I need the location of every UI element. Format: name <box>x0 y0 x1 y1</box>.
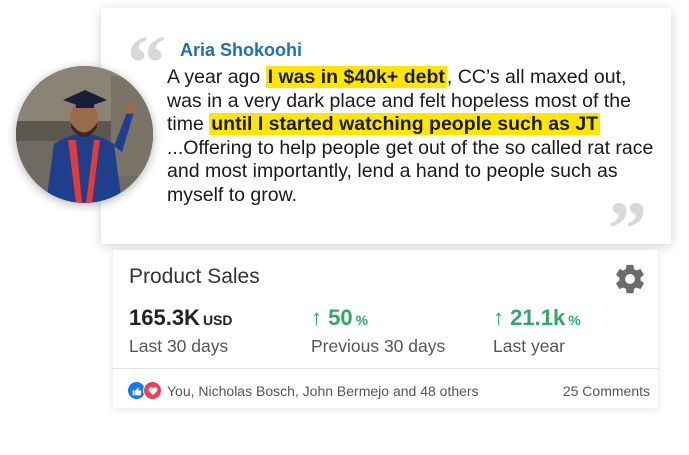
metric-unit: USD <box>202 312 233 328</box>
testimonial-card: “ Aria Shokoohi A year ago I was in $40k… <box>101 8 671 268</box>
divider <box>113 368 658 369</box>
metric-value: 165.3K USD <box>129 305 233 331</box>
comments-link[interactable]: 25 Comments <box>563 383 650 399</box>
metric-unit: % <box>355 312 369 328</box>
heart-icon[interactable] <box>143 381 162 400</box>
highlight-jt: until I started watching people such as … <box>209 113 601 135</box>
metric-label: Last 30 days <box>129 336 229 356</box>
metric-number: 50 <box>328 305 353 330</box>
metric-label: Last year <box>493 336 565 356</box>
gear-icon[interactable] <box>613 262 647 296</box>
avatar[interactable] <box>16 66 153 203</box>
product-sales-card: Product Sales 165.3K USD Last 30 days ↑ 5… <box>113 250 658 408</box>
metric-value: ↑ 50% <box>311 305 445 331</box>
metric-number: 165.3K <box>129 305 200 330</box>
graduate-photo <box>16 66 153 203</box>
metric-label: Previous 30 days <box>311 336 446 356</box>
metric-number: 21.1k <box>510 305 566 330</box>
text-segment: ...Offering to help people get out of th… <box>167 136 654 206</box>
testimonial-text: A year ago I was in $40k+ debt, CC’s all… <box>167 66 662 207</box>
reactions-bar[interactable]: You, Nicholas Bosch, John Bermejo and 48… <box>127 381 479 400</box>
sales-title: Product Sales <box>129 265 260 288</box>
text-segment: A year ago <box>167 66 266 88</box>
metric-unit: % <box>568 312 581 328</box>
up-arrow-icon: ↑ <box>493 305 504 330</box>
metric-value: ↑ 21.1k% <box>493 305 581 331</box>
up-arrow-icon: ↑ <box>311 305 322 330</box>
metric-previous-30-days: ↑ 50% Previous 30 days <box>311 305 445 357</box>
testimonial-author[interactable]: Aria Shokoohi <box>180 40 302 61</box>
reactions-text[interactable]: You, Nicholas Bosch, John Bermejo and 48… <box>167 383 479 399</box>
metric-last-year: ↑ 21.1k% Last year <box>493 305 581 357</box>
metric-revenue: 165.3K USD Last 30 days <box>129 305 233 357</box>
highlight-debt: I was in $40k+ debt <box>265 66 447 88</box>
